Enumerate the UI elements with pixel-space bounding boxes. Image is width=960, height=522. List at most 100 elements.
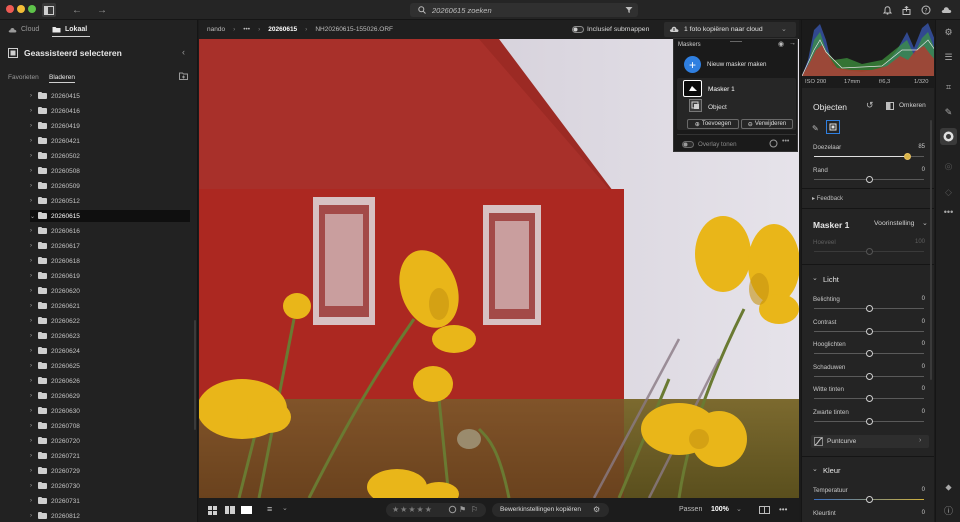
chevron-down-icon[interactable]: ⌄ <box>781 25 787 33</box>
new-mask-button[interactable]: + <box>684 56 701 73</box>
folder-item[interactable]: › 20260617 <box>30 240 190 252</box>
search-input[interactable]: 20260615 zoeken <box>410 3 638 17</box>
folder-item[interactable]: › 20260502 <box>30 150 190 162</box>
chevron-down-icon[interactable]: ⌄ <box>30 213 38 220</box>
preset-dropdown[interactable]: Voorinstelling <box>874 220 914 227</box>
include-subfolders-toggle[interactable] <box>572 26 584 33</box>
overlay-toggle[interactable] <box>682 141 694 148</box>
expand-panel-icon[interactable]: → <box>789 40 796 47</box>
light-slider[interactable] <box>814 327 924 335</box>
healing-icon[interactable]: ✎ <box>942 106 955 119</box>
chevron-right-icon[interactable]: › <box>30 138 38 144</box>
sidebar-toggle-icon[interactable] <box>42 3 56 17</box>
tab-local[interactable]: Lokaal <box>52 26 87 33</box>
light-slider[interactable] <box>814 417 924 425</box>
folder-list-scrollbar[interactable] <box>194 320 196 430</box>
breadcrumb-folder[interactable]: 20260615 <box>268 26 297 33</box>
close-window-button[interactable] <box>6 5 14 13</box>
tag-icon[interactable]: ⬥ <box>942 481 955 494</box>
chevron-right-icon[interactable]: › <box>30 513 38 519</box>
amount-handle[interactable] <box>866 248 873 255</box>
chevron-right-icon[interactable]: › <box>30 483 38 489</box>
chevron-right-icon[interactable]: › <box>30 108 38 114</box>
compare-view-icon[interactable] <box>759 506 770 514</box>
light-slider-handle[interactable] <box>866 305 873 312</box>
chevron-right-icon[interactable]: › <box>30 168 38 174</box>
settings-gear-icon[interactable]: ⚙ <box>593 505 600 514</box>
chevron-down-icon[interactable]: ⌄ <box>922 219 928 227</box>
chevron-right-icon[interactable]: › <box>30 123 38 129</box>
light-slider-handle[interactable] <box>866 395 873 402</box>
breadcrumb-ellipsis[interactable]: ••• <box>243 26 250 33</box>
filter-icon[interactable] <box>622 3 636 17</box>
chevron-down-icon[interactable]: ⌄ <box>736 505 742 513</box>
folder-item[interactable]: › 20260630 <box>30 405 190 417</box>
folder-item[interactable]: › 20260622 <box>30 315 190 327</box>
overlay-color-icon[interactable] <box>769 139 778 148</box>
chevron-right-icon[interactable]: › <box>30 438 38 444</box>
edge-handle[interactable] <box>866 176 873 183</box>
info-icon[interactable]: ⓘ <box>942 504 955 517</box>
chevron-right-icon[interactable]: › <box>30 198 38 204</box>
reset-icon[interactable]: ↺ <box>866 100 874 111</box>
back-arrow-icon[interactable]: ← <box>70 3 84 17</box>
light-slider[interactable] <box>814 305 924 312</box>
chevron-right-icon[interactable]: › <box>30 333 38 339</box>
chevron-right-icon[interactable]: › <box>30 378 38 384</box>
folder-item[interactable]: › 20260623 <box>30 330 190 342</box>
folder-item[interactable]: › 20260618 <box>30 255 190 267</box>
chevron-right-icon[interactable]: › <box>30 453 38 459</box>
chevron-right-icon[interactable]: › <box>30 93 38 99</box>
chevron-right-icon[interactable]: › <box>30 393 38 399</box>
folder-item[interactable]: › 20260708 <box>30 420 190 432</box>
collapse-panel-icon[interactable]: ‹ <box>182 47 185 57</box>
feedback-link[interactable]: ▸ Feedback <box>812 195 843 202</box>
chevron-right-icon[interactable]: › <box>30 258 38 264</box>
edit-sliders-icon[interactable]: ⚙ <box>942 26 955 39</box>
folder-item[interactable]: › 20260730 <box>30 480 190 492</box>
folder-item[interactable]: › 20260415 <box>30 90 190 102</box>
light-slider-handle[interactable] <box>866 372 873 380</box>
chevron-right-icon[interactable]: › <box>30 423 38 429</box>
folder-item[interactable]: › 20260620 <box>30 285 190 297</box>
folder-item[interactable]: › 20260616 <box>30 225 190 237</box>
folder-item[interactable]: › 20260731 <box>30 495 190 507</box>
chevron-right-icon[interactable]: › <box>30 498 38 504</box>
detail-view-icon[interactable] <box>241 506 252 514</box>
copy-settings-button[interactable]: Bewerkinstellingen kopiëren ⚙ <box>492 503 609 517</box>
unflag-icon[interactable]: ⚐ <box>471 505 478 514</box>
more-options-icon[interactable]: ••• <box>942 205 955 218</box>
folder-item[interactable]: › 20260812 <box>30 510 190 522</box>
folder-item[interactable]: › 20260621 <box>30 300 190 312</box>
light-slider[interactable] <box>814 372 924 380</box>
help-icon[interactable]: ? <box>919 3 933 17</box>
light-title[interactable]: Licht <box>823 275 839 284</box>
object-label[interactable]: Object <box>708 104 727 111</box>
temperature-slider[interactable] <box>814 496 924 503</box>
chevron-right-icon[interactable]: › <box>30 468 38 474</box>
subtab-browse[interactable]: Bladeren <box>49 74 76 83</box>
chevron-down-icon[interactable]: ⌄ <box>812 274 818 282</box>
folder-item[interactable]: › 20260509 <box>30 180 190 192</box>
forward-arrow-icon[interactable]: → <box>95 3 109 17</box>
fit-button[interactable]: Passen <box>679 506 702 513</box>
mask1-label[interactable]: Masker 1 <box>708 86 735 93</box>
zoom-level[interactable]: 100% <box>711 506 729 513</box>
sort-icon[interactable]: ≡ <box>267 504 272 514</box>
chevron-right-icon[interactable]: › <box>30 318 38 324</box>
folder-item[interactable]: ⌄ 20260615 <box>30 210 190 222</box>
chevron-right-icon[interactable]: › <box>30 183 38 189</box>
breadcrumb-root[interactable]: nando <box>207 26 225 33</box>
adjust-icon[interactable]: ☰ <box>942 51 955 64</box>
reject-flag-icon[interactable] <box>448 505 457 514</box>
chevron-right-icon[interactable]: › <box>30 288 38 294</box>
remove-button[interactable]: ⊖ Verwijderen <box>741 119 793 129</box>
pick-flag-icon[interactable]: ⚑ <box>459 505 466 514</box>
color-title[interactable]: Kleur <box>823 466 841 475</box>
folder-item[interactable]: › 20260721 <box>30 450 190 462</box>
subtab-favorites[interactable]: Favorieten <box>8 74 39 81</box>
light-slider-handle[interactable] <box>866 350 873 357</box>
folder-item[interactable]: › 20260619 <box>30 270 190 282</box>
point-curve-row[interactable]: Puntcurve › <box>811 435 929 448</box>
chevron-right-icon[interactable]: › <box>30 243 38 249</box>
